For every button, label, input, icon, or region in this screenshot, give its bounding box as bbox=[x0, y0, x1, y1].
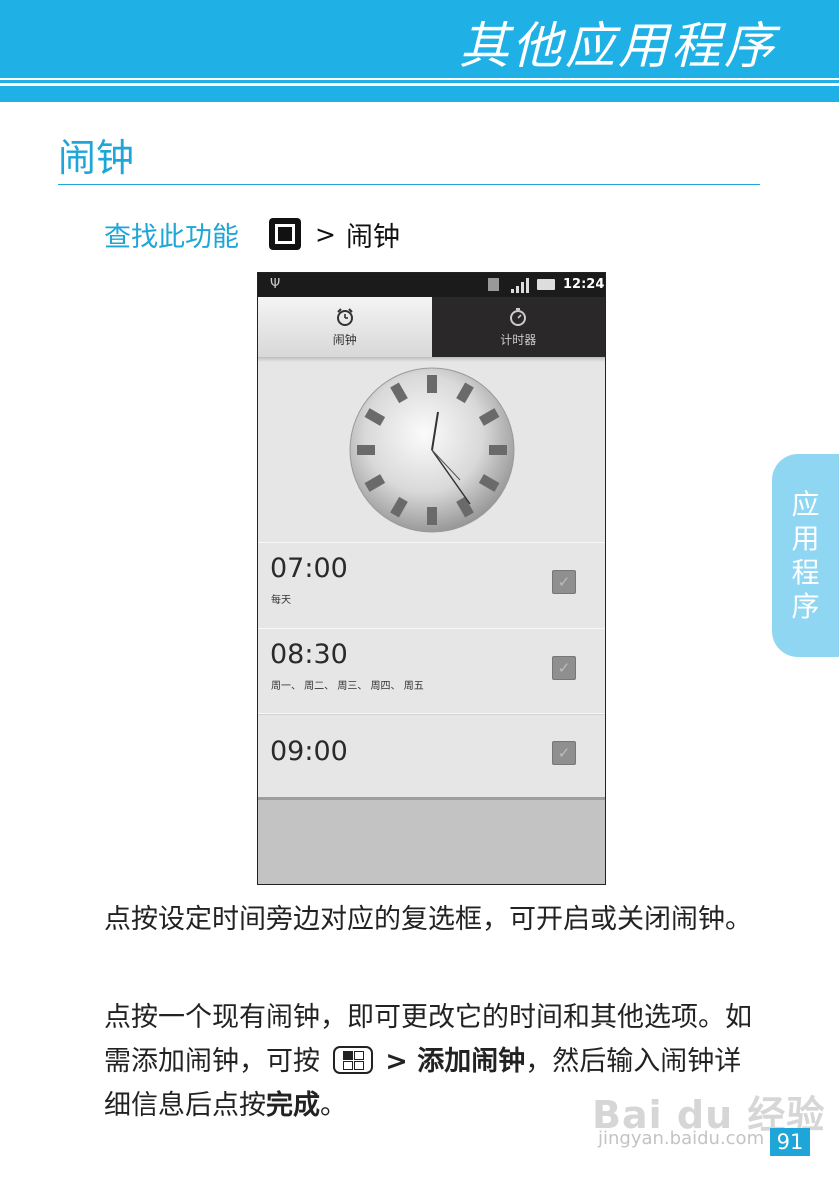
side-tab-char: 应 bbox=[791, 487, 820, 521]
alarm-row[interactable]: 08:30 周一、 周二、 周三、 周四、 周五 ✓ bbox=[258, 628, 605, 715]
alarm-clock-icon bbox=[336, 307, 353, 326]
header-banner: 其他应用程序 bbox=[0, 0, 839, 78]
header-stripe bbox=[0, 86, 839, 102]
battery-icon bbox=[537, 279, 555, 290]
tab-alarm-label: 闹钟 bbox=[332, 332, 357, 347]
find-feature-label: 查找此功能 bbox=[104, 221, 239, 253]
clock-hour-mark bbox=[356, 445, 375, 455]
tab-timer-label: 计时器 bbox=[500, 332, 537, 347]
analog-clock-area bbox=[258, 362, 605, 542]
alarm-days: 每天 bbox=[271, 595, 291, 606]
clock-hour-mark bbox=[426, 375, 437, 393]
app-launcher-icon bbox=[269, 218, 301, 250]
side-tab-char: 序 bbox=[791, 589, 820, 623]
alarm-time: 09:00 bbox=[270, 736, 348, 767]
instruction-paragraph: 点按设定时间旁边对应的复选框，可开启或关闭闹钟。 bbox=[104, 904, 752, 935]
done-label: 完成 bbox=[266, 1090, 320, 1121]
watermark-url: jingyan.baidu.com bbox=[598, 1128, 765, 1149]
section-title: 闹钟 bbox=[58, 136, 135, 180]
chapter-title: 其他应用程序 bbox=[459, 17, 777, 75]
tab-timer[interactable]: 计时器 bbox=[431, 297, 605, 357]
chapter-side-tab: 应 用 程 序 bbox=[772, 454, 839, 657]
usb-icon: Ψ bbox=[270, 277, 281, 292]
paragraph-text: 。 bbox=[320, 1090, 347, 1121]
signal-icon bbox=[511, 277, 531, 293]
alarm-time: 07:00 bbox=[270, 553, 348, 584]
sd-card-icon bbox=[488, 278, 499, 291]
stopwatch-icon bbox=[510, 307, 527, 326]
alarm-checkbox[interactable]: ✓ bbox=[552, 741, 576, 765]
alarm-checkbox[interactable]: ✓ bbox=[552, 656, 576, 680]
clock-hour-mark bbox=[488, 445, 507, 455]
alarm-row[interactable]: 09:00 ✓ bbox=[258, 713, 605, 799]
menu-key-icon bbox=[332, 1046, 373, 1074]
page-number: 91 bbox=[770, 1128, 810, 1156]
find-feature-line: 查找此功能 > 闹钟 bbox=[104, 214, 400, 254]
phone-screenshot: Ψ 12:24 闹钟 计时器 07:00 每天 ✓ 08:30 周一、 周二、 … bbox=[257, 272, 606, 885]
alarm-days: 周一、 周二、 周三、 周四、 周五 bbox=[271, 681, 424, 692]
find-feature-target: 闹钟 bbox=[345, 221, 400, 253]
empty-list-area bbox=[258, 797, 605, 884]
menu-path: > 添加闹钟 bbox=[385, 1046, 526, 1077]
side-tab-char: 用 bbox=[791, 521, 820, 555]
section-divider bbox=[58, 184, 760, 185]
side-tab-char: 程 bbox=[791, 555, 820, 589]
alarm-checkbox[interactable]: ✓ bbox=[552, 570, 576, 594]
path-arrow: > bbox=[315, 219, 336, 249]
clock-hour-mark bbox=[426, 507, 437, 525]
tab-alarm[interactable]: 闹钟 bbox=[258, 297, 432, 357]
alarm-time: 08:30 bbox=[270, 639, 348, 670]
analog-clock[interactable] bbox=[342, 362, 522, 542]
tab-bar: 闹钟 计时器 bbox=[258, 297, 605, 357]
status-bar: Ψ 12:24 bbox=[258, 273, 605, 297]
status-time: 12:24 bbox=[563, 277, 605, 292]
alarm-row[interactable]: 07:00 每天 ✓ bbox=[258, 542, 605, 629]
header-stripe bbox=[0, 80, 839, 83]
